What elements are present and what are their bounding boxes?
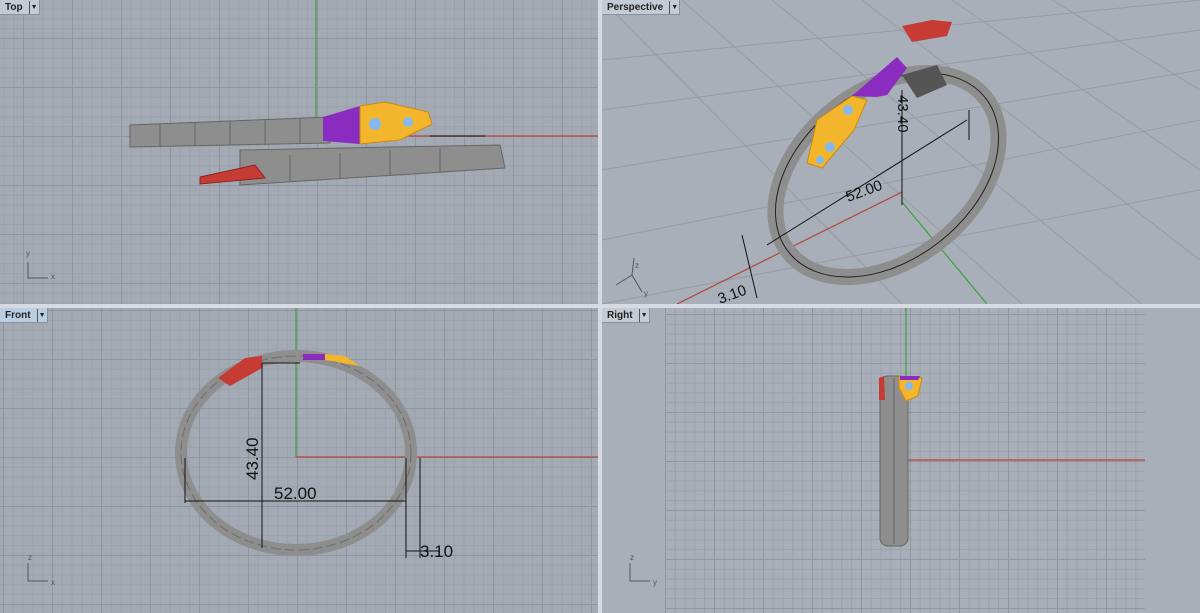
- dimension-thickness: 3.10: [716, 282, 749, 304]
- bracelet-body-lower: [239, 144, 506, 186]
- svg-text:y: y: [644, 289, 648, 298]
- front-view-drawing: 43.40 52.00 3.10 z x: [27, 308, 598, 587]
- dimension-height: 43.40: [243, 437, 262, 480]
- viewport-tab-top[interactable]: Top ▼: [0, 0, 40, 15]
- dimension-height: 43.40: [894, 95, 911, 133]
- dimension-thickness: 3.10: [420, 542, 453, 561]
- viewport-title: Front: [5, 309, 31, 321]
- snake-tail: [902, 20, 952, 42]
- svg-text:z: z: [28, 553, 32, 562]
- svg-text:y: y: [26, 249, 30, 258]
- viewport-top[interactable]: Top ▼ yx: [0, 0, 598, 304]
- dimension-width: 52.00: [844, 177, 885, 206]
- viewport-title: Top: [5, 1, 23, 13]
- top-view-drawing: yx: [26, 0, 598, 281]
- viewport-front[interactable]: Front ▼ 43.40 52.00 3.10 z x: [0, 308, 598, 613]
- purple-collar: [303, 354, 325, 360]
- chevron-down-icon[interactable]: ▼: [638, 308, 649, 322]
- purple-collar: [323, 106, 360, 144]
- viewport-tab-right[interactable]: Right ▼: [602, 308, 650, 323]
- viewport-right[interactable]: Right ▼ zy: [602, 308, 1200, 613]
- dimension-width: 52.00: [274, 484, 317, 503]
- svg-text:x: x: [51, 272, 55, 281]
- viewport-perspective[interactable]: Perspective ▼ 43.40 52.00 3.10 z y: [602, 0, 1200, 304]
- viewport-tab-perspective[interactable]: Perspective ▼: [602, 0, 681, 15]
- svg-text:z: z: [630, 553, 634, 562]
- right-view-drawing: zy: [629, 308, 1145, 587]
- viewport-title: Perspective: [607, 1, 664, 13]
- svg-text:y: y: [653, 578, 657, 587]
- perspective-view-drawing: 43.40 52.00 3.10 z y: [602, 0, 1200, 304]
- viewport-title: Right: [607, 309, 633, 321]
- purple-collar: [852, 57, 907, 97]
- chevron-down-icon[interactable]: ▼: [28, 0, 39, 14]
- svg-text:x: x: [51, 578, 55, 587]
- svg-text:z: z: [635, 261, 639, 270]
- chevron-down-icon[interactable]: ▼: [36, 308, 47, 322]
- viewport-tab-front[interactable]: Front ▼: [0, 308, 48, 323]
- chevron-down-icon[interactable]: ▼: [669, 0, 679, 14]
